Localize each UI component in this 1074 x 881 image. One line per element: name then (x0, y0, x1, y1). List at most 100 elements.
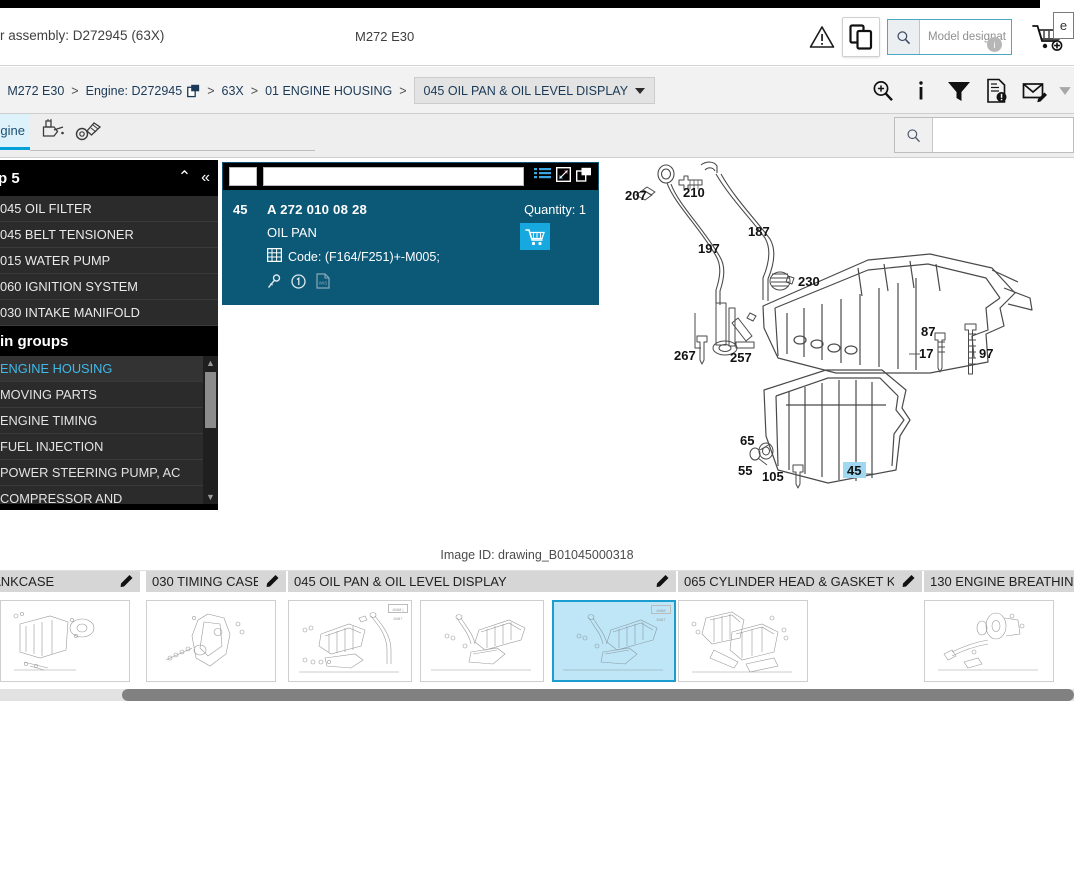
svg-text:WIS: WIS (319, 281, 328, 286)
document-alert-icon[interactable] (982, 76, 1012, 106)
breadcrumb-item-model[interactable]: M272 E30 (1, 84, 70, 98)
part-card-text-field[interactable] (263, 167, 524, 186)
callout-197: 197 (698, 241, 720, 256)
sidebar-main-groups-list: ENGINE HOUSING MOVING PARTS ENGINE TIMIN… (0, 356, 218, 504)
magnifier-icon[interactable] (895, 118, 933, 152)
chevron-cut-icon[interactable] (1058, 76, 1072, 106)
part-code-label: Code: (F164/F251)+-M005; (288, 249, 440, 264)
thumbnail-strip: LINDER CRANKCASE (0, 570, 1074, 682)
info-icon[interactable] (906, 76, 936, 106)
breadcrumb-item-63x[interactable]: 63X (216, 84, 250, 98)
thumb-group-label[interactable]: 065 CYLINDER HEAD & GASKET KIT (678, 571, 922, 592)
thumb-group-oil-pan: 045 OIL PAN & OIL LEVEL DISPLAY 6068 | 6… (288, 571, 676, 682)
thumb-group-label[interactable]: 045 OIL PAN & OIL LEVEL DISPLAY (288, 571, 676, 592)
edge-e-box[interactable]: e (1053, 12, 1074, 39)
chevron-down-icon[interactable] (635, 87, 646, 94)
tab-engine[interactable]: gine (0, 114, 30, 150)
model-search-box[interactable] (887, 19, 1012, 55)
magnifier-icon[interactable] (888, 20, 920, 54)
sidebar-group-engine-timing[interactable]: ENGINE TIMING (0, 408, 218, 434)
breadcrumb-active-dropdown[interactable]: 045 OIL PAN & OIL LEVEL DISPLAY (413, 77, 656, 104)
sidebar-group-power-steering[interactable]: POWER STEERING PUMP, AC (0, 460, 218, 486)
thumb-group-timing-case: 030 TIMING CASE (146, 571, 286, 682)
callout-257: 257 (730, 350, 752, 365)
part-code-row: Code: (F164/F251)+-M005; (266, 247, 440, 265)
chevron-up-icon[interactable]: ⌃ (178, 170, 191, 186)
callout-230: 230 (798, 274, 820, 289)
scroll-down-arrow-icon[interactable]: ▼ (203, 490, 218, 504)
callout-267: 267 (674, 348, 696, 363)
oil-pan-drawing: 207 210 187 197 230 267 257 17 87 97 65 … (625, 161, 1033, 489)
warning-triangle-icon[interactable] (802, 17, 842, 57)
app-header: r assembly: D272945 (63X) M272 E30 Model… (0, 8, 1074, 66)
edit-icon[interactable] (656, 573, 670, 590)
breadcrumb-bar: > M272 E30 > Engine: D272945 > 63X > 01 … (0, 67, 1074, 114)
callout-87: 87 (921, 324, 935, 339)
horizontal-scrollbar-thumb[interactable] (122, 689, 1074, 701)
filter-icon[interactable] (944, 76, 974, 106)
part-quantity: Quantity: 1 (524, 202, 586, 217)
thumbnail-item[interactable] (678, 600, 808, 682)
part-name: OIL PAN (267, 225, 317, 240)
circle-one-icon[interactable] (291, 273, 306, 294)
sidebar-scrollbar[interactable]: ▲ ▼ (203, 356, 218, 504)
tab-bolt-washer[interactable] (68, 116, 108, 150)
scrollbar-thumb[interactable] (205, 372, 216, 428)
catalog-search-box[interactable] (894, 117, 1074, 153)
thumbnail-item[interactable] (146, 600, 276, 682)
copy-pages-button[interactable] (842, 17, 880, 57)
thumb-group-label[interactable]: LINDER CRANKCASE (0, 571, 140, 592)
thumbnail-item[interactable] (924, 600, 1054, 682)
sidebar-item-intake-manifold[interactable]: 030 INTAKE MANIFOLD (0, 300, 218, 326)
list-view-icon[interactable] (534, 167, 551, 187)
thumbnail-item[interactable] (419, 600, 544, 682)
sidebar-item-belt-tensioner[interactable]: 045 BELT TENSIONER (0, 222, 218, 248)
breadcrumb-item-engine[interactable]: Engine: D272945 (80, 84, 207, 98)
sidebar-item-water-pump[interactable]: 015 WATER PUMP (0, 248, 218, 274)
thumb-group-label[interactable]: 030 TIMING CASE (146, 571, 286, 592)
sidebar-item-oil-filter[interactable]: 045 OIL FILTER (0, 196, 218, 222)
horizontal-scrollbar[interactable] (0, 689, 1074, 701)
copy-icon[interactable] (187, 84, 200, 98)
edit-icon[interactable] (120, 573, 134, 590)
bolt-washer-icon (73, 118, 103, 149)
thumb-group-label[interactable]: 130 ENGINE BREATHING (924, 571, 1074, 592)
sidebar-group-compressor[interactable]: COMPRESSOR AND (0, 486, 218, 504)
mail-edit-icon[interactable] (1020, 76, 1050, 106)
part-card-checkbox-cell[interactable] (229, 167, 257, 186)
expand-icon[interactable] (555, 166, 572, 187)
callout-187: 187 (748, 224, 770, 239)
breadcrumb-active-label: 045 OIL PAN & OIL LEVEL DISPLAY (423, 83, 629, 98)
thumb-group-label-text: LINDER CRANKCASE (0, 574, 55, 589)
tab-oil-can[interactable] (32, 116, 72, 150)
wis-document-icon[interactable]: WIS (316, 273, 330, 294)
sidebar-item-ignition-system[interactable]: 060 IGNITION SYSTEM (0, 274, 218, 300)
header-icon-group (802, 8, 1070, 66)
page-bottom-blank (0, 701, 1074, 881)
double-chevron-left-icon[interactable]: « (201, 170, 210, 186)
edit-icon[interactable] (902, 573, 916, 590)
callout-55: 55 (738, 463, 752, 478)
model-search-input[interactable] (920, 20, 1011, 54)
thumbnail-item[interactable]: 6068 | 6087 (288, 600, 412, 682)
technical-drawing-viewport[interactable]: 207 210 187 197 230 267 257 17 87 97 65 … (600, 158, 1074, 513)
duplicate-icon[interactable] (575, 167, 592, 187)
breadcrumb-item-engine-housing[interactable]: 01 ENGINE HOUSING (259, 84, 398, 98)
edit-icon[interactable] (266, 573, 280, 590)
sidebar-group-moving-parts[interactable]: MOVING PARTS (0, 382, 218, 408)
thumbnail-item[interactable] (0, 600, 130, 682)
zoom-in-icon[interactable] (868, 76, 898, 106)
sidebar-group-fuel-injection[interactable]: FUEL INJECTION (0, 434, 218, 460)
top-black-strip (0, 0, 1074, 8)
catalog-search-input[interactable] (933, 118, 1073, 152)
key-icon[interactable] (267, 273, 281, 294)
thumbnail-item-selected[interactable]: 6068 6087 (551, 600, 676, 682)
sidebar-group-engine-housing[interactable]: ENGINE HOUSING (0, 356, 218, 382)
add-to-cart-button[interactable] (520, 223, 550, 250)
left-sidebar: p 5 ⌃ « 045 OIL FILTER 045 BELT TENSIONE… (0, 160, 218, 510)
breadcrumb-sep-1: > (207, 83, 215, 98)
callout-17: 17 (919, 346, 933, 361)
scroll-up-arrow-icon[interactable]: ▲ (203, 356, 218, 370)
image-id-label: Image ID: drawing_B01045000318 (440, 548, 634, 562)
part-number[interactable]: A 272 010 08 28 (267, 202, 367, 217)
